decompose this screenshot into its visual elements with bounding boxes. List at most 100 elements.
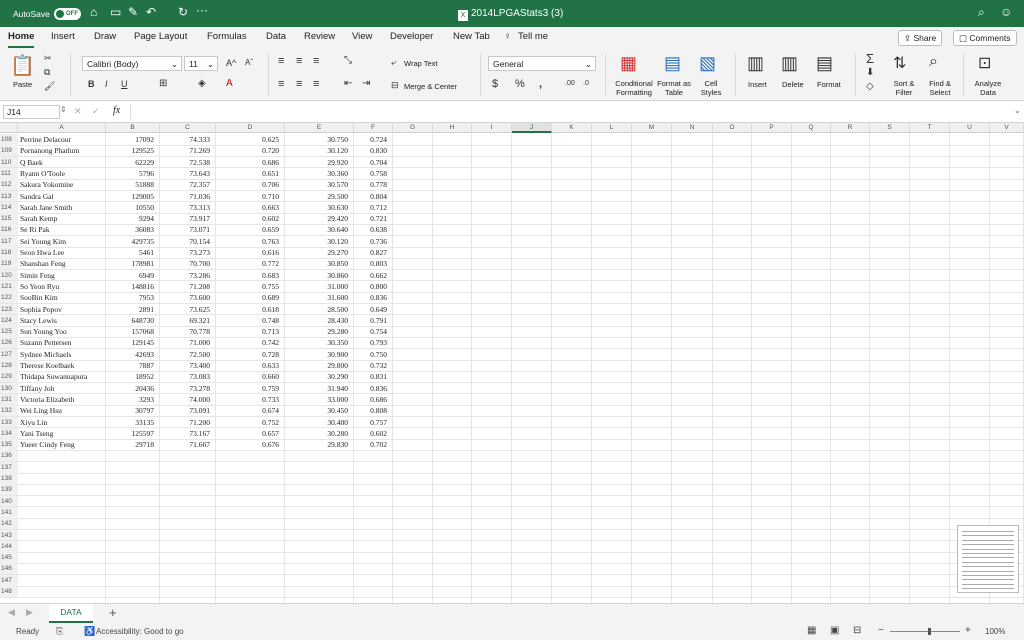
conditional-formatting-icon[interactable]: ▦: [620, 53, 637, 74]
cell-player-name[interactable]: Perrine Delacour: [20, 134, 104, 145]
cell-f[interactable]: 0.793: [356, 337, 387, 348]
align-bottom-icon[interactable]: ≡: [313, 55, 319, 67]
cell-f[interactable]: 0.649: [356, 304, 387, 315]
row-header[interactable]: 118: [0, 247, 18, 259]
row-header[interactable]: 124: [0, 314, 18, 327]
decrease-font-icon[interactable]: Aˇ: [245, 58, 253, 67]
column-header-n[interactable]: N: [672, 123, 713, 133]
normal-view-icon[interactable]: ▦: [807, 625, 816, 636]
cell-b[interactable]: 7887: [108, 360, 154, 371]
row-header[interactable]: 137: [0, 461, 18, 473]
row-header[interactable]: 134: [0, 427, 18, 440]
row-header[interactable]: 133: [0, 416, 18, 428]
format-cells-icon[interactable]: ▤: [816, 53, 833, 74]
sheet-thumbnail[interactable]: [957, 525, 1019, 593]
column-header-j[interactable]: J: [512, 123, 552, 133]
row-header[interactable]: 141: [0, 506, 18, 519]
sheet-tab-data[interactable]: DATA: [49, 604, 93, 623]
row-header[interactable]: 128: [0, 360, 18, 372]
cell-d[interactable]: 0.659: [218, 224, 279, 235]
cell-c[interactable]: 71.000: [162, 337, 210, 348]
cell-e[interactable]: 30.290: [287, 371, 348, 382]
cell-e[interactable]: 30.630: [287, 202, 348, 213]
cell-c[interactable]: 71.269: [162, 145, 210, 156]
home-icon[interactable]: ⌂: [90, 5, 97, 19]
cell-e[interactable]: 30.360: [287, 168, 348, 179]
cell-player-name[interactable]: Sandra Gal: [20, 191, 104, 202]
cell-player-name[interactable]: Yani Tseng: [20, 428, 104, 439]
wrap-text-button[interactable]: Wrap Text: [404, 59, 438, 68]
row-header[interactable]: 113: [0, 190, 18, 202]
insert-cells-icon[interactable]: ▥: [747, 53, 764, 74]
sort-filter-button[interactable]: Sort & Filter: [890, 79, 918, 97]
row-header[interactable]: 108: [0, 134, 18, 146]
bold-icon[interactable]: B: [88, 79, 95, 89]
cell-d[interactable]: 0.660: [218, 371, 279, 382]
cell-d[interactable]: 0.683: [218, 270, 279, 281]
cell-e[interactable]: 31.600: [287, 292, 348, 303]
cell-e[interactable]: 29.420: [287, 213, 348, 224]
cell-d[interactable]: 0.657: [218, 428, 279, 439]
cell-styles-icon[interactable]: ▧: [699, 53, 716, 74]
save-icon[interactable]: ▭: [110, 5, 121, 19]
column-header-f[interactable]: F: [354, 123, 393, 133]
column-header-e[interactable]: E: [285, 123, 354, 133]
cell-c[interactable]: 71.667: [162, 439, 210, 450]
cell-f[interactable]: 0.800: [356, 281, 387, 292]
cell-e[interactable]: 28.430: [287, 315, 348, 326]
cell-d[interactable]: 0.713: [218, 326, 279, 337]
column-header-v[interactable]: V: [990, 123, 1024, 133]
cell-player-name[interactable]: Xiyu Lin: [20, 417, 104, 428]
format-as-table-icon[interactable]: ▤: [664, 53, 681, 74]
cell-f[interactable]: 0.836: [356, 383, 387, 394]
cell-c[interactable]: 73.273: [162, 247, 210, 258]
cell-c[interactable]: 73.400: [162, 360, 210, 371]
align-right-icon[interactable]: ≡: [313, 78, 319, 90]
cell-e[interactable]: 29.270: [287, 247, 348, 258]
cell-b[interactable]: 30797: [108, 405, 154, 416]
cell-c[interactable]: 74.000: [162, 394, 210, 405]
increase-decimal-icon[interactable]: .00: [565, 80, 575, 87]
cell-e[interactable]: 30.450: [287, 405, 348, 416]
tab-review[interactable]: Review: [304, 31, 335, 42]
row-header[interactable]: 127: [0, 348, 18, 360]
cell-player-name[interactable]: Sun Young Yoo: [20, 326, 104, 337]
cell-d[interactable]: 0.710: [218, 191, 279, 202]
cell-c[interactable]: 71.208: [162, 281, 210, 292]
cell-player-name[interactable]: Simin Feng: [20, 270, 104, 281]
sort-filter-icon[interactable]: ⇅: [893, 53, 906, 73]
row-header[interactable]: 119: [0, 258, 18, 270]
row-header[interactable]: 114: [0, 201, 18, 214]
tab-view[interactable]: View: [352, 31, 372, 42]
name-box[interactable]: J14: [3, 105, 60, 119]
row-header[interactable]: 115: [0, 213, 18, 225]
tab-page-layout[interactable]: Page Layout: [134, 31, 187, 42]
row-header[interactable]: 132: [0, 405, 18, 417]
cell-f[interactable]: 0.721: [356, 213, 387, 224]
copy-icon[interactable]: ⧉: [44, 67, 50, 78]
cell-e[interactable]: 29.830: [287, 439, 348, 450]
cell-c[interactable]: 73.083: [162, 371, 210, 382]
row-header[interactable]: 110: [0, 156, 18, 168]
cell-c[interactable]: 73.167: [162, 428, 210, 439]
cell-c[interactable]: 73.917: [162, 213, 210, 224]
column-header-h[interactable]: H: [433, 123, 472, 133]
cell-player-name[interactable]: Suzann Pettersen: [20, 337, 104, 348]
column-header-g[interactable]: G: [393, 123, 433, 133]
cell-c[interactable]: 72.357: [162, 179, 210, 190]
column-header-l[interactable]: L: [592, 123, 632, 133]
page-layout-view-icon[interactable]: ▣: [830, 625, 839, 636]
cell-d[interactable]: 0.633: [218, 360, 279, 371]
align-top-icon[interactable]: ≡: [278, 55, 284, 67]
cell-f[interactable]: 0.831: [356, 371, 387, 382]
cell-f[interactable]: 0.754: [356, 326, 387, 337]
cell-player-name[interactable]: Sydnee Michaels: [20, 349, 104, 360]
cell-c[interactable]: 73.625: [162, 304, 210, 315]
cell-b[interactable]: 51888: [108, 179, 154, 190]
comments-button[interactable]: ▢ Comments: [953, 30, 1017, 46]
cell-e[interactable]: 30.900: [287, 349, 348, 360]
cell-d[interactable]: 0.602: [218, 213, 279, 224]
cell-d[interactable]: 0.759: [218, 383, 279, 394]
column-header-m[interactable]: M: [632, 123, 672, 133]
cell-d[interactable]: 0.625: [218, 134, 279, 145]
